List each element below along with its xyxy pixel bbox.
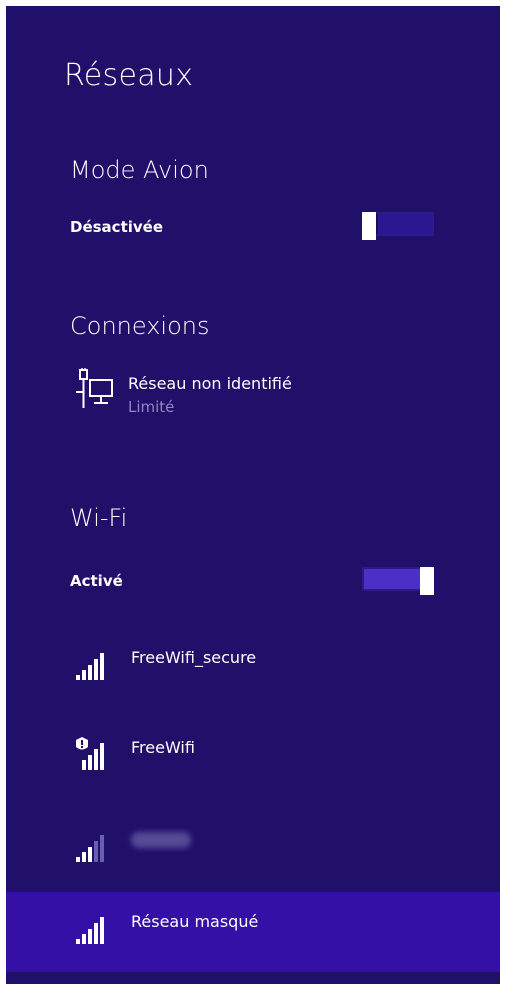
wired-network-icon (76, 368, 113, 408)
wifi-network-item-selected[interactable]: Réseau masqué (6, 892, 500, 972)
wifi-title: Wi-Fi (70, 504, 128, 532)
airplane-mode-title: Mode Avion (70, 156, 209, 184)
wifi-unsecured-signal-icon (76, 737, 104, 770)
toggle-track (364, 569, 420, 589)
wifi-network-name: Réseau masqué (131, 912, 259, 931)
networks-panel: Réseaux Mode Avion Désactivée Connexions… (6, 6, 500, 984)
wifi-toggle[interactable] (362, 567, 434, 595)
wifi-network-name: FreeWifi (131, 738, 195, 757)
connection-item[interactable]: Réseau non identifié Limité (74, 368, 414, 424)
airplane-mode-toggle[interactable] (362, 212, 434, 240)
connection-status: Limité (128, 398, 175, 416)
wifi-network-name-blurred (131, 832, 191, 848)
wifi-network-item[interactable]: FreeWifi (6, 718, 500, 798)
panel-title: Réseaux (64, 58, 194, 93)
connections-title: Connexions (70, 312, 210, 340)
wifi-network-item[interactable]: FreeWifi_secure (6, 628, 500, 708)
wifi-status: Activé (70, 572, 123, 590)
toggle-thumb (420, 567, 434, 595)
wifi-signal-icon (76, 653, 104, 680)
connection-name: Réseau non identifié (128, 374, 292, 393)
wifi-network-item[interactable] (6, 810, 500, 890)
wifi-signal-icon (76, 917, 104, 944)
toggle-track (378, 214, 432, 234)
toggle-thumb (362, 212, 376, 240)
airplane-mode-status: Désactivée (70, 218, 164, 236)
wifi-network-name: FreeWifi_secure (131, 648, 257, 667)
wifi-weak-signal-icon (76, 835, 104, 862)
